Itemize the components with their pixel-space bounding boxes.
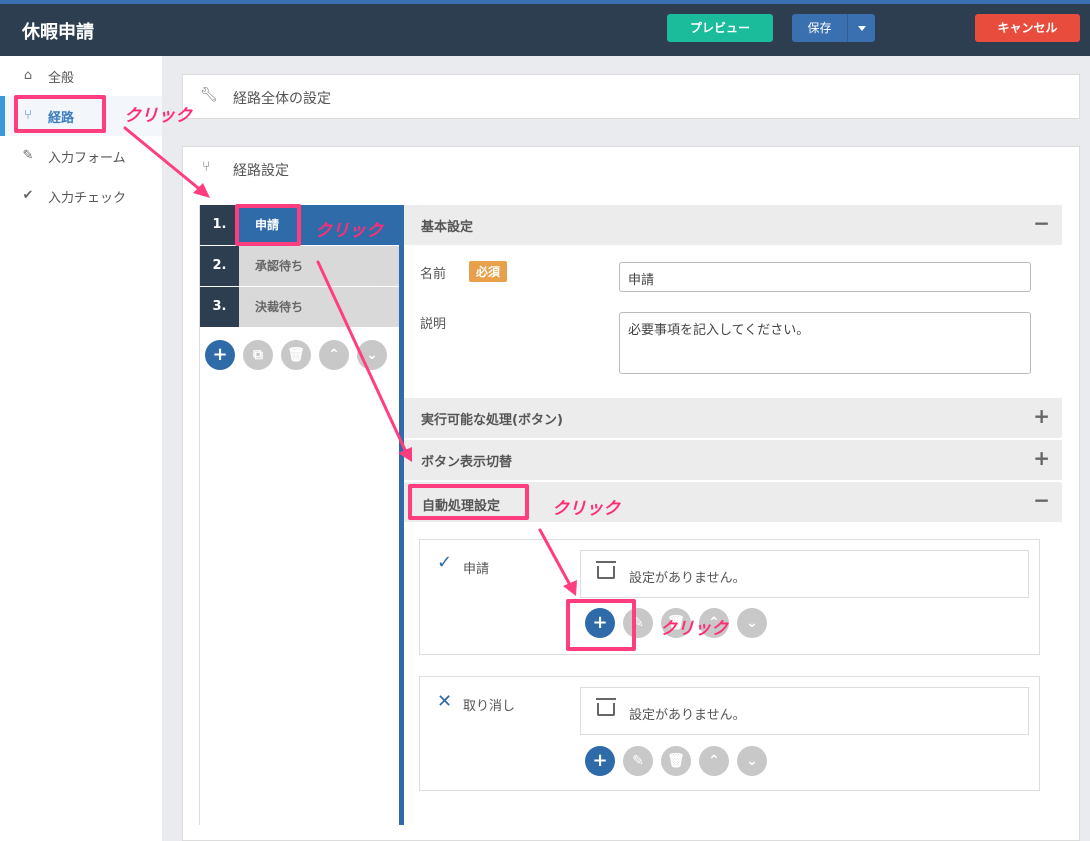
- edit-button[interactable]: ✎: [623, 746, 653, 776]
- description-label: 説明: [420, 317, 447, 332]
- highlight-auto-section: [408, 484, 529, 520]
- section-title: ボタン表示切替: [421, 455, 513, 470]
- highlight-add-button: [566, 599, 636, 651]
- section-basic-settings[interactable]: 基本設定 −: [404, 205, 1062, 245]
- pencil-icon: ✎: [22, 148, 34, 163]
- home-icon: ⌂: [23, 68, 33, 83]
- auto-item-label: 取り消し: [463, 699, 516, 714]
- click-annotation: クリック: [552, 499, 620, 519]
- move-down-button[interactable]: ⌄: [357, 340, 387, 370]
- expand-icon[interactable]: +: [1033, 404, 1050, 428]
- panel-title: 経路全体の設定: [233, 91, 331, 107]
- save-button[interactable]: 保存: [792, 14, 875, 42]
- preview-button[interactable]: プレビュー: [667, 14, 773, 42]
- sidebar-item-input-form[interactable]: ✎ 入力フォーム: [0, 136, 162, 176]
- section-title: 基本設定: [421, 220, 474, 235]
- section-title: 実行可能な処理(ボタン): [421, 413, 563, 428]
- empty-settings-box: 設定がありません。: [580, 550, 1029, 598]
- move-up-button[interactable]: ⌃: [699, 746, 729, 776]
- delete-button[interactable]: 🗑︎: [661, 746, 691, 776]
- step-number: 3.: [200, 287, 239, 327]
- name-label: 名前: [420, 267, 447, 282]
- inbox-icon: [596, 561, 616, 579]
- global-settings-panel[interactable]: 🔧︎ 経路全体の設定: [182, 74, 1080, 119]
- click-annotation: クリック: [124, 106, 192, 126]
- move-up-button[interactable]: ⌃: [319, 340, 349, 370]
- required-badge: 必須: [469, 261, 508, 282]
- panel-title: 経路設定: [233, 163, 289, 179]
- auto-item-cancel: ✕ 取り消し 設定がありません。 + ✎ 🗑︎ ⌃ ⌄: [419, 676, 1040, 791]
- section-button-toggle[interactable]: ボタン表示切替 +: [404, 440, 1062, 480]
- step-number: 2.: [200, 246, 239, 286]
- sidebar-item-input-check[interactable]: ✔ 入力チェック: [0, 176, 162, 216]
- move-down-button[interactable]: ⌄: [737, 608, 767, 638]
- highlight-step-1: [235, 204, 301, 246]
- sidebar-item-label: 入力フォーム: [48, 151, 126, 166]
- save-dropdown-toggle[interactable]: [847, 14, 875, 42]
- top-bar: 休暇申請: [0, 0, 1090, 56]
- step-label: 決裁待ち: [239, 287, 400, 327]
- inbox-icon: [596, 698, 616, 716]
- add-auto-process-button[interactable]: +: [585, 746, 615, 776]
- copy-step-button[interactable]: ⧉: [243, 340, 273, 370]
- active-indicator: [0, 96, 5, 136]
- close-icon: ✕: [437, 691, 453, 712]
- empty-text: 設定がありません。: [629, 708, 746, 723]
- step-list: 1. 申請 2. 承認待ち 3. 決裁待ち + ⧉ 🗑︎ ⌃ ⌄: [199, 205, 400, 825]
- app-title: 休暇申請: [22, 22, 94, 43]
- expand-icon[interactable]: +: [1033, 446, 1050, 470]
- step-item[interactable]: 3. 決裁待ち: [200, 287, 400, 327]
- section-actions[interactable]: 実行可能な処理(ボタン) +: [404, 398, 1062, 438]
- wrench-icon: 🔧︎: [200, 87, 218, 103]
- move-down-button[interactable]: ⌄: [737, 746, 767, 776]
- delete-step-button[interactable]: 🗑︎: [281, 340, 311, 370]
- check-down-icon: ✓: [437, 552, 453, 573]
- save-button-label: 保存: [807, 21, 832, 35]
- auto-item-label: 申請: [463, 562, 490, 577]
- collapse-icon[interactable]: −: [1033, 488, 1050, 512]
- auto-item-apply: ✓ 申請 設定がありません。 + ✎ 🗑︎ ⌃ ⌄: [419, 539, 1040, 655]
- sidebar-item-label: 全般: [48, 71, 75, 86]
- step-number: 1.: [200, 205, 239, 245]
- route-icon: ⑂: [202, 159, 211, 175]
- chevron-down-icon: [858, 26, 866, 31]
- step-label: 承認待ち: [239, 246, 400, 286]
- empty-settings-box: 設定がありません。: [580, 687, 1029, 735]
- step-item[interactable]: 2. 承認待ち: [200, 246, 400, 286]
- empty-text: 設定がありません。: [629, 571, 746, 586]
- click-annotation: クリック: [315, 221, 383, 241]
- check-icon: ✔: [22, 188, 34, 203]
- cancel-button[interactable]: キャンセル: [975, 14, 1080, 42]
- sidebar-item-general[interactable]: ⌂ 全般: [0, 56, 162, 96]
- sidebar: ⌂ 全般 ⑂ 経路 ✎ 入力フォーム ✔ 入力チェック: [0, 56, 162, 841]
- collapse-icon[interactable]: −: [1033, 211, 1050, 235]
- add-step-button[interactable]: +: [205, 340, 235, 370]
- name-field[interactable]: 申請: [619, 262, 1031, 292]
- description-field[interactable]: 必要事項を記入してください。: [619, 312, 1031, 374]
- click-annotation: クリック: [660, 619, 728, 639]
- highlight-route: [14, 95, 106, 133]
- sidebar-item-label: 入力チェック: [48, 191, 127, 206]
